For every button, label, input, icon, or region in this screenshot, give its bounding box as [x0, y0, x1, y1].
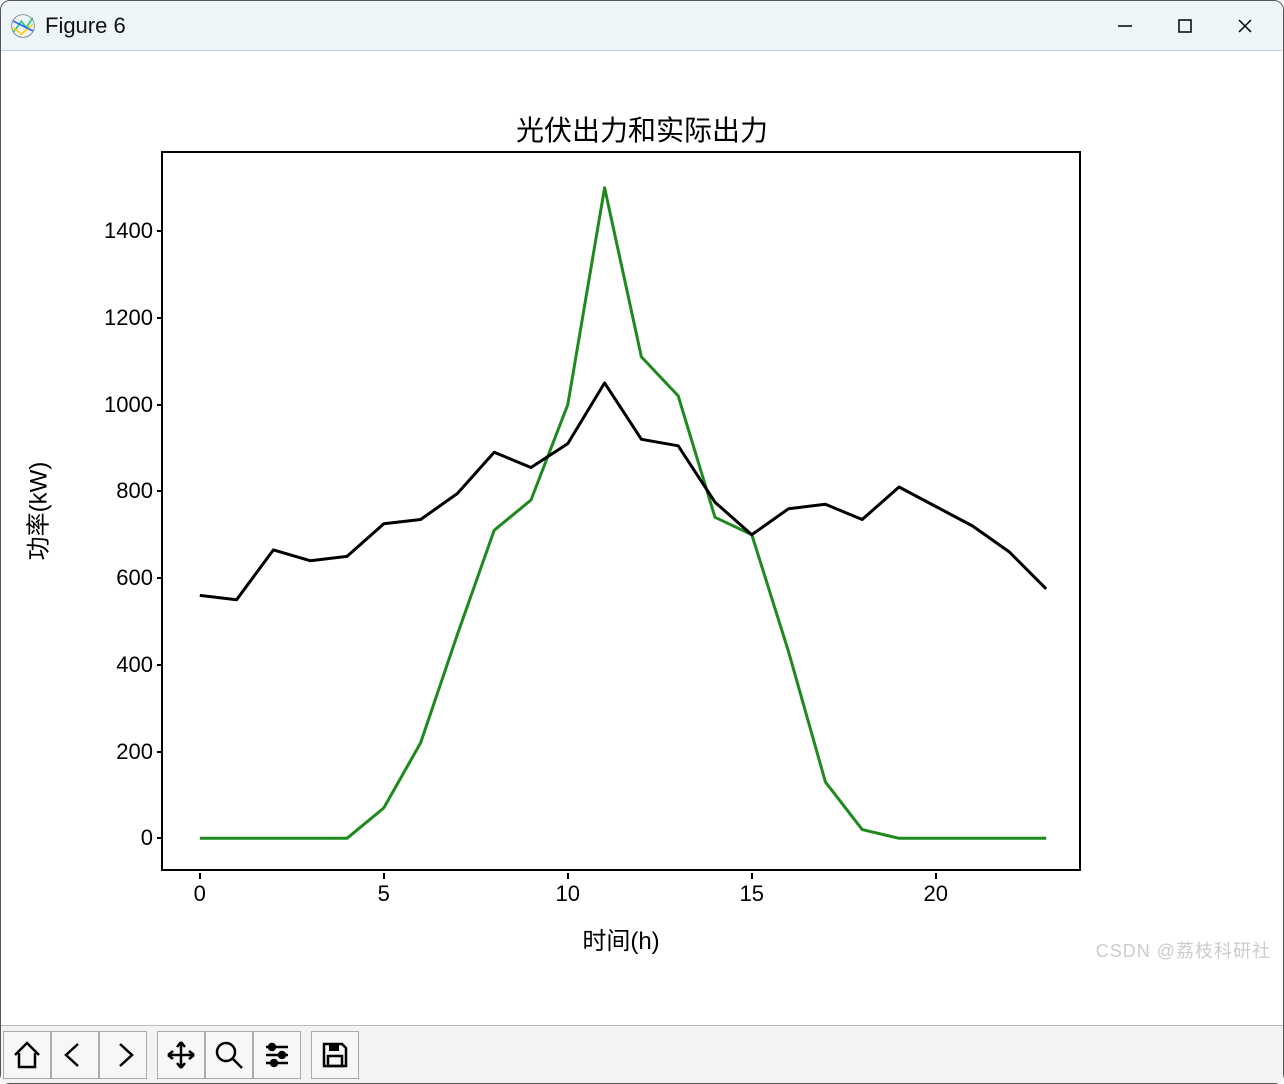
zoom-button[interactable] [205, 1031, 253, 1079]
y-tick-label: 1200 [83, 305, 153, 331]
maximize-button[interactable] [1155, 1, 1215, 51]
x-tick-label: 20 [924, 881, 948, 907]
x-axis-label: 时间(h) [582, 921, 659, 956]
y-tick-label: 0 [83, 825, 153, 851]
window-title: Figure 6 [45, 13, 126, 39]
plot-canvas: 光伏出力和实际出力 功率(kW) 时间(h) 02004006008001000… [1, 51, 1283, 1025]
y-axis-label: 功率(kW) [19, 462, 54, 561]
y-tick-label: 400 [83, 652, 153, 678]
series-实际出力 [200, 383, 1046, 600]
configure-subplots-button[interactable] [253, 1031, 301, 1079]
plot-svg [163, 153, 1083, 873]
x-tick-label: 0 [194, 881, 206, 907]
figure-window: Figure 6 光伏出力和实际出力 功率(kW) 时间(h) 02004006… [0, 0, 1284, 1084]
matplotlib-toolbar [1, 1025, 1283, 1083]
titlebar: Figure 6 [1, 1, 1283, 51]
x-tick-label: 15 [740, 881, 764, 907]
chart-title: 光伏出力和实际出力 [1, 109, 1283, 149]
y-tick-label: 600 [83, 565, 153, 591]
y-tick-label: 1400 [83, 218, 153, 244]
forward-button[interactable] [99, 1031, 147, 1079]
save-button[interactable] [311, 1031, 359, 1079]
axes: 020040060080010001200140005101520 [161, 151, 1081, 871]
pan-button[interactable] [157, 1031, 205, 1079]
series-光伏出力 [200, 188, 1046, 839]
y-tick-label: 200 [83, 739, 153, 765]
app-icon [9, 12, 37, 40]
y-tick-label: 800 [83, 478, 153, 504]
back-button[interactable] [51, 1031, 99, 1079]
x-tick-label: 10 [556, 881, 580, 907]
home-button[interactable] [3, 1031, 51, 1079]
y-tick-label: 1000 [83, 392, 153, 418]
close-button[interactable] [1215, 1, 1275, 51]
x-tick-label: 5 [378, 881, 390, 907]
watermark: CSDN @荔枝科研社 [1096, 937, 1271, 963]
minimize-button[interactable] [1095, 1, 1155, 51]
